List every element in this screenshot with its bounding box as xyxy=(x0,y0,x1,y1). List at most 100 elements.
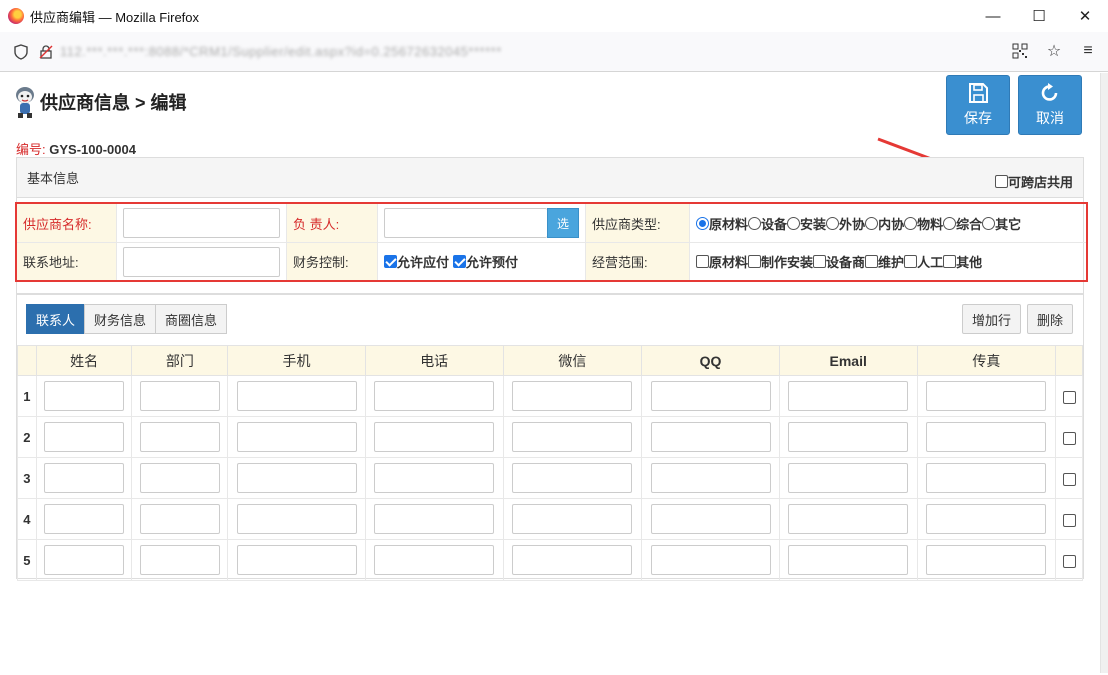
owner-select-button[interactable]: 选 xyxy=(547,208,579,238)
supplier-name-label: 供应商名称: xyxy=(17,204,117,242)
cell-input[interactable] xyxy=(374,422,495,452)
cell-input[interactable] xyxy=(512,381,633,411)
address-input[interactable] xyxy=(123,246,280,277)
type-option[interactable]: 综合 xyxy=(943,214,982,233)
type-option[interactable]: 原材料 xyxy=(696,214,748,233)
minimize-button[interactable]: — xyxy=(970,0,1016,32)
cell-input[interactable] xyxy=(374,381,495,411)
cell-input[interactable] xyxy=(139,463,220,493)
type-option[interactable]: 其它 xyxy=(982,214,1021,233)
table-cell xyxy=(131,457,229,499)
cell-input[interactable] xyxy=(512,463,633,493)
cell-input[interactable] xyxy=(926,463,1047,493)
cell-input[interactable] xyxy=(139,504,220,534)
scope-option[interactable]: 人工 xyxy=(904,252,943,271)
cell-input[interactable] xyxy=(44,463,125,493)
cell-input[interactable] xyxy=(374,463,495,493)
cell-input[interactable] xyxy=(650,422,771,452)
tab-contacts[interactable]: 联系人 xyxy=(26,304,86,334)
type-option[interactable]: 内协 xyxy=(865,214,904,233)
table-cell xyxy=(502,498,643,540)
url-bar: 112.***.***.***:8088/*CRM1/Supplier/edit… xyxy=(0,32,1108,72)
menu-icon[interactable]: ≡ xyxy=(1078,41,1098,61)
bookmark-star-icon[interactable]: ☆ xyxy=(1044,41,1064,61)
column-header: 微信 xyxy=(502,345,643,376)
cell-input[interactable] xyxy=(236,381,357,411)
scope-option[interactable]: 原材料 xyxy=(696,252,748,271)
type-option[interactable]: 物料 xyxy=(904,214,943,233)
add-row-button[interactable]: 增加行 xyxy=(961,304,1021,334)
tab-finance[interactable]: 财务信息 xyxy=(84,304,157,334)
row-select-checkbox[interactable] xyxy=(1062,513,1076,527)
url-text[interactable]: 112.***.***.***:8088/*CRM1/Supplier/edit… xyxy=(60,44,502,59)
type-option[interactable]: 外协 xyxy=(826,214,865,233)
cell-input[interactable] xyxy=(788,504,909,534)
type-option[interactable]: 设备 xyxy=(748,214,787,233)
cell-input[interactable] xyxy=(512,504,633,534)
row-number: 2 xyxy=(17,416,37,458)
cell-input[interactable] xyxy=(236,545,357,575)
tab-business-circle[interactable]: 商圈信息 xyxy=(155,304,228,334)
supplier-code: 编号: GYS-100-0004 xyxy=(16,139,136,158)
table-cell xyxy=(916,498,1057,540)
cell-input[interactable] xyxy=(44,422,125,452)
row-select-checkbox[interactable] xyxy=(1062,390,1076,404)
table-cell xyxy=(641,498,780,540)
cell-input[interactable] xyxy=(650,545,771,575)
cell-input[interactable] xyxy=(374,545,495,575)
shield-icon[interactable] xyxy=(12,43,30,61)
cell-input[interactable] xyxy=(788,381,909,411)
cell-input[interactable] xyxy=(926,381,1047,411)
row-select-checkbox[interactable] xyxy=(1062,554,1076,568)
cell-input[interactable] xyxy=(512,545,633,575)
scope-option[interactable]: 维护 xyxy=(865,252,904,271)
supplier-name-input[interactable] xyxy=(123,208,280,238)
scope-option[interactable]: 设备商 xyxy=(813,252,865,271)
type-option[interactable]: 安装 xyxy=(787,214,826,233)
cell-input[interactable] xyxy=(139,545,220,575)
basic-info-form: 供应商名称: 负 责人: 选 供应商类型: 原材料 设备 安装 外协 内协 物料… xyxy=(15,202,1088,282)
table-cell xyxy=(227,416,366,458)
table-cell xyxy=(364,375,504,417)
save-button[interactable]: 保存 xyxy=(946,75,1010,135)
lock-icon[interactable] xyxy=(38,44,54,60)
maximize-button[interactable]: ☐ xyxy=(1016,0,1062,32)
cell-input[interactable] xyxy=(139,381,220,411)
cell-input[interactable] xyxy=(374,504,495,534)
window-titlebar: 供应商编辑 — Mozilla Firefox — ☐ ✕ xyxy=(0,0,1108,32)
column-header: 部门 xyxy=(131,345,229,376)
allow-payable-option[interactable]: 允许应付 xyxy=(384,252,449,271)
cell-input[interactable] xyxy=(650,504,771,534)
cell-input[interactable] xyxy=(44,504,125,534)
cancel-button[interactable]: 取消 xyxy=(1018,75,1082,135)
cell-input[interactable] xyxy=(44,545,125,575)
table-cell xyxy=(131,498,229,540)
allow-prepay-option[interactable]: 允许预付 xyxy=(453,252,518,271)
scope-option[interactable]: 制作安装 xyxy=(748,252,813,271)
row-select-checkbox[interactable] xyxy=(1062,431,1076,445)
delete-button[interactable]: 删除 xyxy=(1026,304,1073,334)
row-select-checkbox[interactable] xyxy=(1062,472,1076,486)
share-checkbox[interactable] xyxy=(994,175,1008,188)
cell-input[interactable] xyxy=(650,381,771,411)
close-button[interactable]: ✕ xyxy=(1062,0,1108,32)
cell-input[interactable] xyxy=(788,463,909,493)
cell-input[interactable] xyxy=(926,422,1047,452)
cell-input[interactable] xyxy=(926,504,1047,534)
table-cell xyxy=(131,416,229,458)
cell-input[interactable] xyxy=(512,422,633,452)
cell-input[interactable] xyxy=(44,381,125,411)
cell-input[interactable] xyxy=(788,545,909,575)
cell-input[interactable] xyxy=(788,422,909,452)
qr-code-icon[interactable] xyxy=(1010,41,1030,61)
share-across-stores[interactable]: 可跨店共用 xyxy=(994,172,1073,191)
scope-option[interactable]: 其他 xyxy=(943,252,982,271)
owner-input[interactable] xyxy=(384,208,547,238)
cell-input[interactable] xyxy=(926,545,1047,575)
firefox-icon xyxy=(8,8,24,24)
cell-input[interactable] xyxy=(236,504,357,534)
cell-input[interactable] xyxy=(650,463,771,493)
cell-input[interactable] xyxy=(236,422,357,452)
cell-input[interactable] xyxy=(139,422,220,452)
cell-input[interactable] xyxy=(236,463,357,493)
